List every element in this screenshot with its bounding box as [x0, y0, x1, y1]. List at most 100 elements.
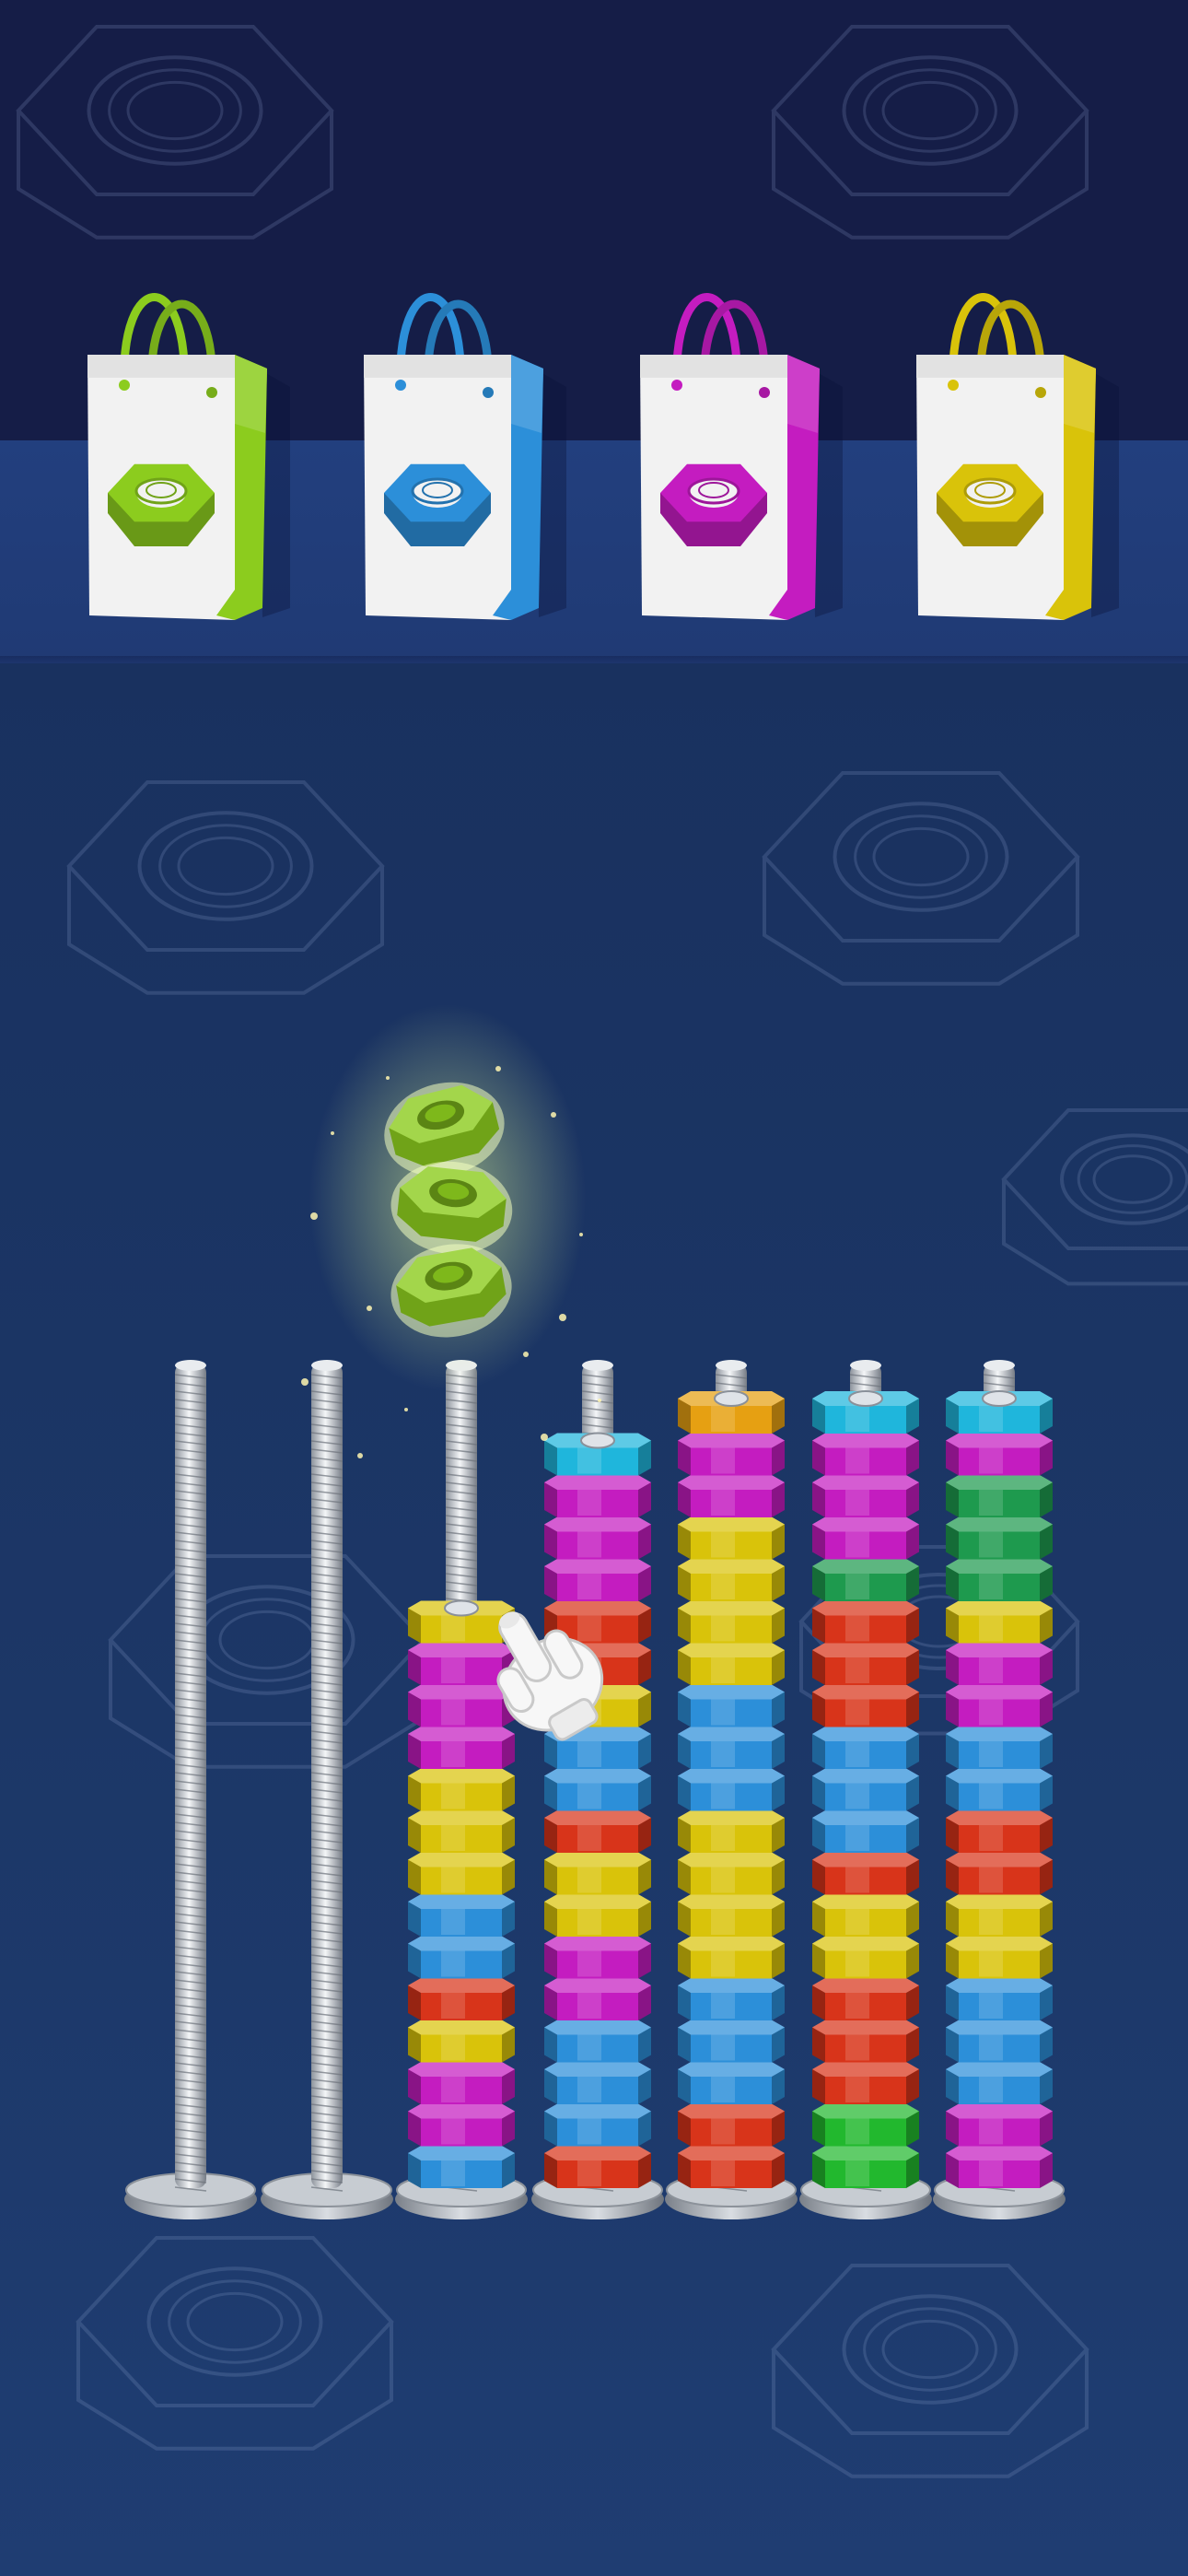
nut-dkgreen [812, 1559, 919, 1601]
nut-magenta [812, 1516, 919, 1560]
nut-red [812, 1684, 919, 1727]
bolt-5[interactable] [665, 1360, 798, 2219]
nut-blue [946, 1768, 1053, 1811]
nut-blue [678, 1727, 785, 1769]
nut-magenta [946, 2103, 1053, 2147]
nut-magenta [408, 1684, 515, 1727]
nut-blue [408, 1936, 515, 1979]
nut-yellow [408, 1852, 515, 1895]
nut-yellow [408, 2020, 515, 2063]
nut-blue [678, 1684, 785, 1727]
bolt-1[interactable] [124, 1360, 257, 2219]
nut-magenta [544, 1475, 651, 1517]
nut-magenta [946, 2146, 1053, 2188]
bolt-7[interactable] [933, 1360, 1066, 2219]
nut-blue [946, 1978, 1053, 2020]
nut-red [678, 2146, 785, 2188]
nut-magenta [946, 1433, 1053, 1476]
sparkle [523, 1352, 529, 1357]
nut-yellow [678, 1559, 785, 1601]
nut-yellow [678, 1516, 785, 1560]
nut-blue [408, 1894, 515, 1937]
bolt-4[interactable] [531, 1360, 664, 2219]
nut-magenta [946, 1684, 1053, 1727]
sparkle [598, 1399, 601, 1402]
nut-blue [544, 1768, 651, 1811]
nut-yellow [544, 1852, 651, 1895]
nut-red [678, 2103, 785, 2147]
nut-magenta [678, 1475, 785, 1517]
nut-red [812, 2020, 919, 2063]
sparkle [310, 1212, 318, 1220]
sparkle [541, 1434, 548, 1441]
nut-yellow [812, 1936, 919, 1979]
sparkle [386, 1076, 390, 1080]
nut-blue [812, 1768, 919, 1811]
nut-yellow [678, 1894, 785, 1937]
lifted-nut-stack[interactable] [301, 1004, 601, 1458]
nut-blue [812, 1727, 919, 1769]
nut-yellow [946, 1600, 1053, 1644]
nut-red [812, 1978, 919, 2020]
nut-magenta [544, 1516, 651, 1560]
nut-red [812, 1600, 919, 1644]
nut-blue [678, 2020, 785, 2063]
nut-yellow [678, 1643, 785, 1685]
sparkle [404, 1408, 408, 1411]
nut-yellow [408, 1810, 515, 1853]
nut-magenta [408, 2103, 515, 2147]
nut-dkgreen [946, 1559, 1053, 1601]
nut-yellow [678, 1852, 785, 1895]
nut-blue [678, 1768, 785, 1811]
nut-yellow [678, 1810, 785, 1853]
nut-magenta [812, 1475, 919, 1517]
nut-magenta [408, 2062, 515, 2104]
nut-blue [812, 1810, 919, 1853]
sparkle [559, 1314, 566, 1321]
game-board [124, 1004, 1066, 2219]
nut-red [812, 1643, 919, 1685]
nut-blue [678, 1978, 785, 2020]
nut-dkgreen [946, 1475, 1053, 1517]
nut-red [812, 2062, 919, 2104]
nut-yellow [678, 1936, 785, 1979]
sparkle [579, 1233, 583, 1236]
nut-brightgreen [812, 2103, 919, 2147]
nut-yellow [678, 1600, 785, 1644]
nut-blue [544, 2103, 651, 2147]
sparkle [357, 1453, 363, 1458]
nut-red [544, 2146, 651, 2188]
nut-red [946, 1810, 1053, 1853]
bolt-3[interactable] [395, 1360, 528, 2219]
nut-blue [408, 2146, 515, 2188]
sparkle [551, 1112, 556, 1118]
nut-magenta [544, 1559, 651, 1601]
nut-magenta [678, 1433, 785, 1476]
nut-red [408, 1978, 515, 2020]
nut-magenta [544, 1936, 651, 1979]
nut-red [812, 1852, 919, 1895]
nut-brightgreen [812, 2146, 919, 2188]
nut-yellow [812, 1894, 919, 1937]
nut-blue [544, 2062, 651, 2104]
nut-magenta [408, 1727, 515, 1769]
bolt-2[interactable] [261, 1360, 393, 2219]
nut-magenta [544, 1978, 651, 2020]
nut-yellow [946, 1936, 1053, 1979]
nut-dkgreen [946, 1516, 1053, 1560]
nut-blue [946, 2020, 1053, 2063]
nut-red [544, 1810, 651, 1853]
nut-yellow [544, 1894, 651, 1937]
nut-magenta [812, 1433, 919, 1476]
sparkle [495, 1066, 501, 1071]
nut-blue [678, 2062, 785, 2104]
sparkle [367, 1306, 372, 1311]
nut-yellow [408, 1768, 515, 1811]
nut-red [946, 1852, 1053, 1895]
nut-blue [946, 2062, 1053, 2104]
nut-blue [544, 2020, 651, 2063]
nut-blue [946, 1727, 1053, 1769]
nut-magenta [946, 1643, 1053, 1685]
bolt-6[interactable] [799, 1360, 932, 2219]
sparkle [301, 1378, 309, 1386]
